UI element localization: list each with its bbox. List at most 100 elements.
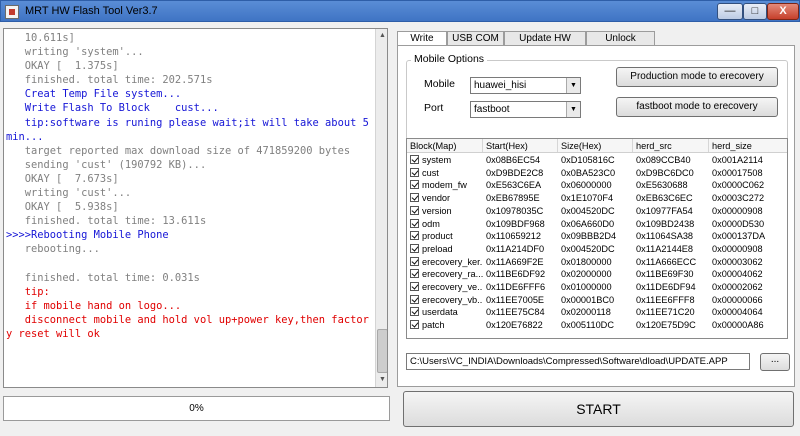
table-row[interactable]: cust 0xD9BDE2C8 0x0BA523C0 0xD9BC6DC0 0x0001…: [407, 167, 787, 180]
table-cell: 0xE563C6EA: [486, 180, 542, 191]
row-checkbox[interactable]: [410, 231, 419, 241]
table-cell: 0x11EE75C84: [486, 307, 545, 318]
block-name: modem_fw: [422, 180, 467, 191]
table-cell: 0x02000000: [561, 269, 612, 280]
block-name: system: [422, 155, 452, 165]
log-line: tip:software is runing please wait;it wi…: [6, 116, 376, 143]
table-row[interactable]: erecovery_ve... 0x11DE6FFF6 0x01000000 0x11…: [407, 281, 787, 294]
table-cell: 0x10978035C: [486, 205, 544, 216]
row-checkbox[interactable]: [410, 243, 419, 253]
port-select[interactable]: fastboot ▼: [470, 101, 581, 118]
row-checkbox[interactable]: [410, 320, 419, 330]
log-line: rebooting...: [6, 243, 100, 256]
table-cell: 0x02000118: [561, 307, 611, 318]
column-header[interactable]: Block(Map): [407, 139, 483, 152]
table-cell: 0xE5630688: [636, 180, 688, 191]
table-row[interactable]: vendor 0xEB67895E 0x1E1070F4 0xEB63C6EC 0x00…: [407, 192, 787, 205]
table-row[interactable]: preload 0x11A214DF0 0x004520DC 0x11A2144E8 0…: [407, 243, 787, 256]
table-row[interactable]: system 0x08B6EC54 0xD105816C 0x089CCB40 0x00…: [407, 154, 787, 167]
table-row[interactable]: patch 0x120E76822 0x005110DC 0x120E75D9C 0x0…: [407, 319, 787, 332]
browse-button[interactable]: ...: [760, 353, 790, 371]
tab-update-hw-sof-ver[interactable]: Update HW Sof_Ver: [504, 31, 586, 57]
row-checkbox[interactable]: [410, 167, 419, 177]
table-cell: 0x11BE6DF92: [486, 269, 546, 280]
log-panel[interactable]: 10.611s] writing 'system'... OKAY [ 1.37…: [3, 28, 388, 388]
log-line: if mobile hand on logo...: [6, 299, 182, 312]
app-icon: [5, 5, 19, 19]
table-cell: 0x089CCB40: [636, 155, 691, 165]
column-header[interactable]: herd_src: [633, 139, 709, 152]
table-row[interactable]: erecovery_ker... 0x11A669F2E 0x01800000 0x1…: [407, 256, 787, 269]
firmware-path-input[interactable]: C:\Users\VC_INDIA\Downloads\Compressed\S…: [406, 353, 750, 370]
table-cell: 0x00004062: [712, 269, 763, 280]
window-title: MRT HW Flash Tool Ver3.7: [25, 5, 158, 17]
table-cell: 0x06000000: [561, 180, 612, 191]
table-cell: 0x001A2114: [712, 155, 763, 165]
table-cell: patch: [407, 319, 483, 332]
table-row[interactable]: erecovery_vb... 0x11EE7005E 0x00001BC0 0x11…: [407, 294, 787, 307]
fastboot-mode-button[interactable]: fastboot mode to erecovery: [616, 97, 778, 117]
table-row[interactable]: erecovery_ra... 0x11BE6DF92 0x02000000 0x11…: [407, 268, 787, 281]
row-checkbox[interactable]: [410, 180, 419, 190]
tab-unlock-account[interactable]: Unlock Account: [586, 31, 655, 57]
chevron-down-icon[interactable]: ▼: [566, 78, 580, 93]
table-cell: 0x11EE6FFF8: [636, 294, 695, 305]
column-header[interactable]: Start(Hex): [483, 139, 558, 152]
scroll-up-icon[interactable]: ▲: [377, 30, 387, 42]
table-cell: 0x0000D530: [712, 218, 765, 229]
row-checkbox[interactable]: [410, 205, 419, 215]
production-mode-button[interactable]: Production mode to erecovery: [616, 67, 778, 87]
close-button[interactable]: X: [767, 3, 799, 20]
column-header[interactable]: Size(Hex): [558, 139, 633, 152]
table-cell: 0x00002062: [712, 282, 763, 292]
table-cell: 0x0BA523C0: [561, 167, 616, 178]
block-name: erecovery_ra...: [422, 269, 483, 280]
mobile-select[interactable]: huawei_hisi ▼: [470, 77, 581, 94]
block-name: cust: [422, 167, 439, 178]
minimize-button[interactable]: —: [717, 3, 743, 20]
table-row[interactable]: version 0x10978035C 0x004520DC 0x10977FA54 0…: [407, 205, 787, 218]
table-cell: 0xD9BC6DC0: [636, 167, 694, 178]
maximize-button[interactable]: □: [743, 3, 767, 20]
row-checkbox[interactable]: [410, 155, 419, 164]
table-cell: 0x11EE71C20: [636, 307, 695, 318]
row-checkbox[interactable]: [410, 256, 419, 266]
log-line: Creat Temp File system...: [6, 88, 182, 101]
scroll-down-icon[interactable]: ▼: [377, 374, 387, 386]
log-line: finished. total time: 0.031s: [6, 271, 200, 284]
table-row[interactable]: modem_fw 0xE563C6EA 0x06000000 0xE5630688 0x…: [407, 179, 787, 192]
table-cell: 0x10977FA54: [636, 205, 693, 216]
table-cell: 0x11A666ECC: [636, 256, 697, 267]
table-cell: version: [407, 205, 483, 218]
log-line: >>>>Rebooting Mobile Phone: [6, 229, 169, 242]
row-checkbox[interactable]: [410, 269, 419, 279]
table-cell: erecovery_ra...: [407, 268, 483, 281]
chevron-down-icon[interactable]: ▼: [566, 102, 580, 117]
column-header[interactable]: herd_size: [709, 139, 787, 152]
row-checkbox[interactable]: [410, 193, 419, 203]
row-checkbox[interactable]: [410, 294, 419, 304]
row-checkbox[interactable]: [410, 307, 419, 317]
start-button[interactable]: START: [403, 391, 794, 427]
table-cell: 0x11DE6FFF6: [486, 282, 546, 292]
log-scrollbar[interactable]: ▲ ▼: [375, 29, 387, 387]
table-cell: 0x0000C062: [712, 180, 765, 191]
table-cell: 0x109BDF968: [486, 218, 545, 229]
port-select-value: fastboot: [474, 104, 510, 115]
row-checkbox[interactable]: [410, 282, 419, 291]
log-line: OKAY [ 7.673s]: [6, 172, 119, 185]
table-row[interactable]: userdata 0x11EE75C84 0x02000118 0x11EE71C20…: [407, 306, 787, 319]
block-name: erecovery_ve...: [422, 282, 483, 292]
table-cell: userdata: [407, 306, 483, 319]
block-name: preload: [422, 243, 453, 254]
row-checkbox[interactable]: [410, 218, 419, 228]
tab-usb-com[interactable]: USB COM 1.0: [447, 31, 504, 57]
table-cell: 0x1E1070F4: [561, 193, 614, 204]
table-cell: 0x01800000: [561, 256, 612, 267]
table-cell: 0x11A669F2E: [486, 256, 544, 267]
table-row[interactable]: odm 0x109BDF968 0x06A660D0 0x109BD2438 0x000…: [407, 218, 787, 231]
scroll-thumb[interactable]: [377, 329, 387, 373]
table-cell: 0x09BBB2D4: [561, 231, 617, 242]
log-text: 10.611s] writing 'system'... OKAY [ 1.37…: [6, 31, 371, 341]
table-row[interactable]: product 0x110659212 0x09BBB2D4 0x11064SA38 0…: [407, 230, 787, 243]
